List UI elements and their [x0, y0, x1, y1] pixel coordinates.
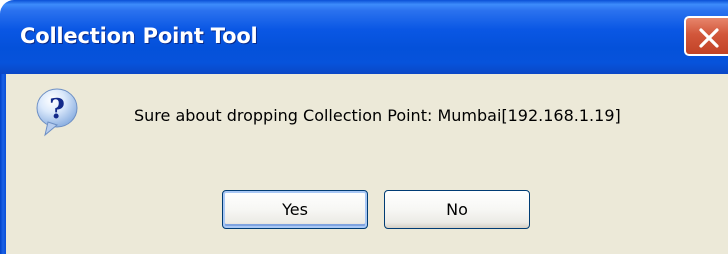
yes-button-label: Yes [282, 200, 308, 219]
close-button[interactable] [684, 16, 728, 56]
dialog-window: Collection Point Tool ? Sure about dropp… [0, 0, 728, 254]
svg-text:?: ? [49, 94, 65, 125]
close-icon [699, 28, 719, 48]
window-frame-left [0, 74, 6, 254]
dialog-message: Sure about dropping Collection Point: Mu… [134, 106, 621, 125]
yes-button[interactable]: Yes [222, 190, 368, 229]
title-bar[interactable]: Collection Point Tool [0, 0, 728, 74]
no-button-label: No [446, 200, 468, 219]
no-button[interactable]: No [384, 190, 530, 229]
dialog-title: Collection Point Tool [20, 24, 258, 48]
question-icon: ? [35, 87, 79, 137]
